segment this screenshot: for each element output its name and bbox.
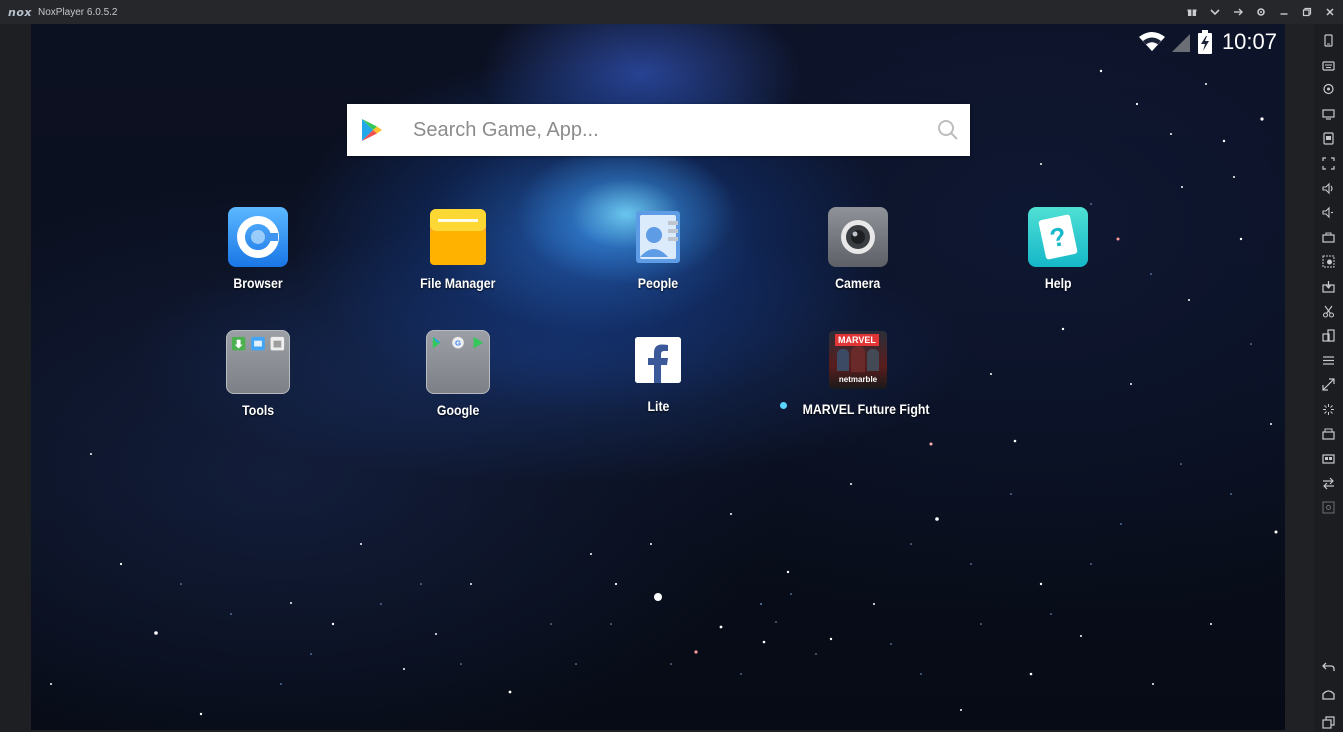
android-status-bar: 10:07: [1138, 28, 1277, 56]
folder-google-icon: G: [426, 330, 490, 394]
app-label: Browser: [233, 275, 283, 291]
close-icon[interactable]: [1324, 7, 1335, 18]
pin-icon[interactable]: [1232, 7, 1243, 18]
toolbox-icon[interactable]: [1321, 229, 1337, 245]
app-label: File Manager: [420, 275, 496, 291]
play-store-search-bar[interactable]: [347, 104, 970, 156]
signal-icon: [1171, 34, 1190, 52]
play-store-icon: [362, 119, 382, 141]
marvel-future-fight-icon: MARVEL netmarble: [829, 331, 887, 389]
title-bar: nox NoxPlayer 6.0.5.2: [0, 0, 1343, 24]
fullscreen-icon[interactable]: [1321, 156, 1337, 172]
window-controls: [1186, 0, 1335, 24]
app-camera[interactable]: Camera: [778, 207, 938, 291]
brand: nox NoxPlayer 6.0.5.2: [8, 6, 117, 19]
shake-icon[interactable]: [1321, 402, 1337, 418]
app-label: Tools: [242, 402, 274, 418]
netmarble-text: netmarble: [838, 375, 878, 384]
app-label: Camera: [835, 275, 881, 291]
scissors-icon[interactable]: [1321, 303, 1337, 319]
android-nav-buttons: [1314, 648, 1343, 732]
nox-sidebar: [1314, 24, 1343, 732]
app-label: Lite: [647, 398, 669, 414]
marvel-logo-text: MARVEL: [835, 334, 879, 346]
app-file-manager[interactable]: File Manager: [378, 207, 538, 291]
screen-icon[interactable]: [1321, 106, 1337, 122]
record-icon[interactable]: [1321, 426, 1337, 442]
app-browser[interactable]: Browser: [178, 207, 338, 291]
browser-icon: [228, 207, 288, 267]
new-app-indicator: [780, 402, 787, 409]
app-folder-google[interactable]: G Google: [378, 330, 538, 418]
home-icon[interactable]: [1321, 686, 1337, 702]
screenshot-icon[interactable]: [1321, 254, 1337, 270]
macro-icon[interactable]: [1321, 451, 1337, 467]
window-title: NoxPlayer 6.0.5.2: [37, 6, 118, 18]
contacts-icon: [628, 207, 688, 267]
menu-icon[interactable]: [1321, 352, 1337, 368]
gear-icon[interactable]: [1255, 7, 1266, 18]
location-icon[interactable]: [1321, 82, 1337, 98]
app-label: Google: [436, 402, 480, 418]
volume-down-icon[interactable]: [1321, 205, 1337, 221]
chevron-down-icon[interactable]: [1209, 7, 1220, 18]
status-clock: 10:07: [1221, 29, 1277, 54]
app-marvel-future-fight[interactable]: MARVEL netmarble MARVEL Future Fight: [778, 331, 938, 417]
svg-text:G: G: [455, 339, 461, 348]
app-folder-tools[interactable]: Tools: [178, 330, 338, 418]
keyboard-icon[interactable]: [1321, 57, 1337, 73]
phone-icon[interactable]: [1321, 33, 1337, 49]
folder-icon: [428, 207, 488, 267]
app-help[interactable]: ? Help: [978, 207, 1138, 291]
back-icon[interactable]: [1321, 658, 1337, 674]
app-label: People: [637, 275, 679, 291]
restore-icon[interactable]: [1301, 7, 1312, 18]
import-icon[interactable]: [1321, 279, 1337, 295]
android-home-screen[interactable]: 10:07 Br: [31, 24, 1285, 730]
help-icon: ?: [1028, 207, 1088, 267]
camera-icon: [828, 207, 888, 267]
search-icon[interactable]: [936, 118, 960, 142]
apk-icon[interactable]: [1321, 131, 1337, 147]
folder-tools-icon: [226, 330, 290, 394]
recent-apps-icon[interactable]: [1321, 714, 1337, 730]
minimize-icon[interactable]: [1278, 7, 1289, 18]
sync-icon[interactable]: [1321, 475, 1337, 491]
left-border: [0, 24, 31, 732]
more-icon[interactable]: [1321, 500, 1337, 516]
battery-charging-icon: [1197, 30, 1212, 54]
volume-up-icon[interactable]: [1321, 180, 1337, 196]
app-people[interactable]: People: [578, 207, 738, 291]
facebook-icon: [635, 337, 681, 383]
resize-icon[interactable]: [1321, 377, 1337, 393]
multi-instance-icon[interactable]: [1321, 328, 1337, 344]
app-label: Help: [1044, 275, 1072, 291]
gift-icon[interactable]: [1186, 7, 1197, 18]
app-facebook-lite[interactable]: Lite: [578, 337, 738, 414]
app-label: MARVEL Future Fight: [802, 401, 930, 417]
search-input[interactable]: [413, 118, 936, 142]
noxplayer-window: nox NoxPlayer 6.0.5.2 10:07 Search Game,…: [0, 0, 1343, 732]
nox-logo: nox: [8, 5, 32, 19]
wifi-icon: [1138, 32, 1165, 51]
